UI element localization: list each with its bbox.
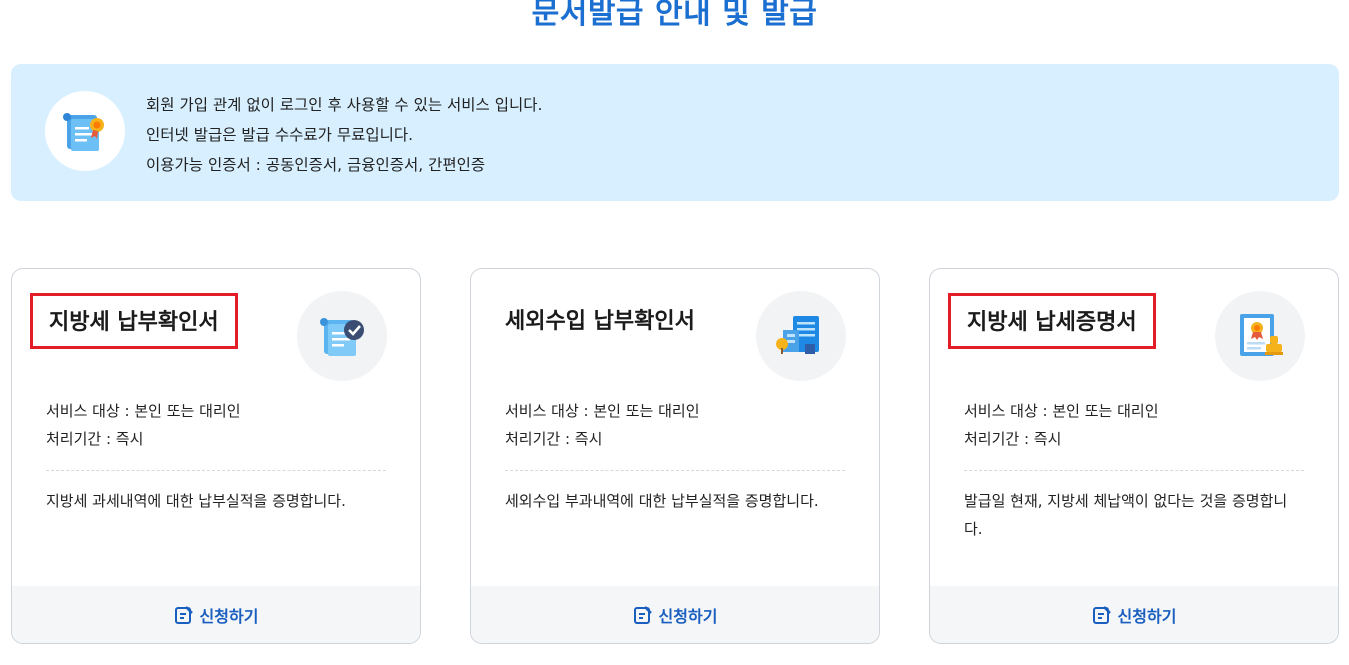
info-line: 인터넷 발급은 발급 수수료가 무료입니다. [146, 126, 414, 144]
service-target: 서비스 대상 : 본인 또는 대리인 [964, 402, 1159, 420]
scroll-certificate-icon [45, 91, 125, 171]
apply-button[interactable]: 신청하기 [471, 586, 879, 643]
edit-document-icon [1092, 605, 1111, 624]
processing-period: 처리기간 : 즉시 [964, 430, 1062, 448]
apply-button[interactable]: 신청하기 [930, 586, 1338, 643]
apply-label: 신청하기 [658, 606, 718, 626]
apply-label: 신청하기 [1117, 606, 1177, 626]
card-meta: 서비스 대상 : 본인 또는 대리인 처리기간 : 즉시 [505, 397, 700, 453]
processing-period: 처리기간 : 즉시 [505, 430, 603, 448]
building-document-icon [756, 291, 846, 381]
card-local-tax-certificate: 지방세 납세증명서 서비스 대상 : 본인 또는 대리인 처리기간 : 즉시 발… [929, 268, 1339, 644]
processing-period: 처리기간 : 즉시 [46, 430, 144, 448]
card-title: 세외수입 납부확인서 [505, 309, 695, 334]
card-description: 세외수입 부과내역에 대한 납부실적을 증명합니다. [505, 492, 819, 510]
scroll-check-icon [297, 291, 387, 381]
edit-document-icon [174, 605, 193, 624]
info-line: 이용가능 인증서 : 공동인증서, 금융인증서, 간편인증 [146, 156, 486, 174]
info-line: 회원 가입 관계 없이 로그인 후 사용할 수 있는 서비스 입니다. [146, 96, 543, 114]
info-text: 회원 가입 관계 없이 로그인 후 사용할 수 있는 서비스 입니다. 인터넷 … [146, 90, 542, 180]
certificate-stamp-icon [1215, 291, 1305, 381]
divider [964, 470, 1304, 471]
card-meta: 서비스 대상 : 본인 또는 대리인 처리기간 : 즉시 [46, 397, 241, 453]
apply-label: 신청하기 [199, 606, 259, 626]
card-non-tax-revenue-payment-confirmation: 세외수입 납부확인서 서비스 대상 : 본인 또는 대리인 처리기간 : 즉시 … [470, 268, 880, 644]
card-local-tax-payment-confirmation: 지방세 납부확인서 서비스 대상 : 본인 또는 대리인 처리기간 : 즉시 지… [11, 268, 421, 644]
service-target: 서비스 대상 : 본인 또는 대리인 [46, 402, 241, 420]
service-target: 서비스 대상 : 본인 또는 대리인 [505, 402, 700, 420]
card-description: 발급일 현재, 지방세 체납액이 없다는 것을 증명합니다. [964, 492, 1288, 538]
card-meta: 서비스 대상 : 본인 또는 대리인 처리기간 : 즉시 [964, 397, 1159, 453]
card-description: 지방세 과세내역에 대한 납부실적을 증명합니다. [46, 492, 346, 510]
card-title: 지방세 납세증명서 [948, 293, 1156, 349]
divider [46, 470, 386, 471]
page-title: 문서발급 안내 및 발급 [531, 0, 818, 31]
card-title: 지방세 납부확인서 [30, 293, 238, 349]
edit-document-icon [633, 605, 652, 624]
apply-button[interactable]: 신청하기 [12, 586, 420, 643]
divider [505, 470, 845, 471]
